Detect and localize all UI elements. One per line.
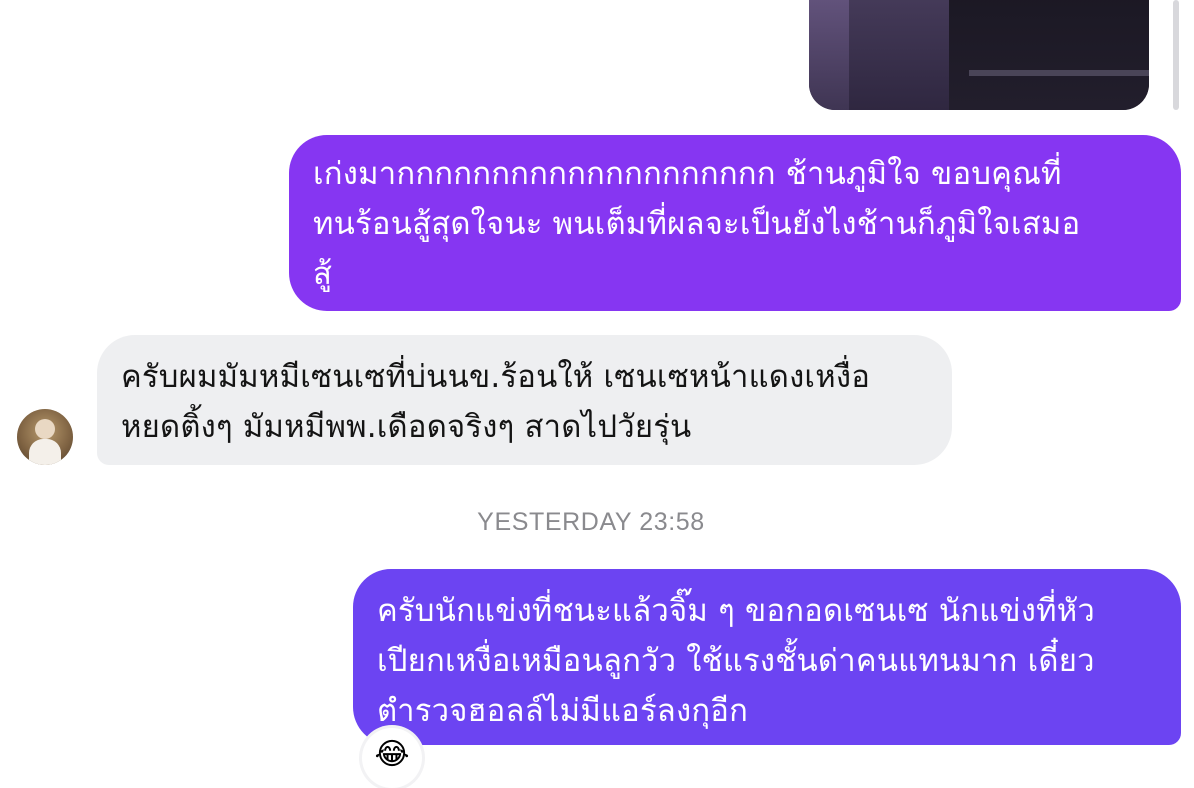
message-text-line: ตำรวจฮอลล์ไม่มีแอร์ลงกุอีก xyxy=(377,693,749,729)
sender-avatar[interactable] xyxy=(17,409,73,465)
outgoing-message-bubble[interactable]: ครับนักแข่งที่ชนะแล้วจิ๊ม ๆ ขอกอดเซนเซ น… xyxy=(353,569,1181,745)
scrollbar[interactable] xyxy=(1173,0,1179,110)
message-text-line: เก่งมากกกกกกกกกกกกกกกกกกกก ช้านภูมิใจ ขอ… xyxy=(313,156,1062,192)
message-timestamp: YESTERDAY 23:58 xyxy=(477,508,705,536)
media-region xyxy=(969,70,1149,76)
message-text-line: เปียกเหงื่อเหมือนลูกวัว ใช้แรงชั้นด่าคนแ… xyxy=(377,643,1095,679)
message-text-line: ทนร้อนสู้สุดใจนะ พนเต็มที่ผลจะเป็นยังไงช… xyxy=(313,206,1081,242)
avatar-face xyxy=(35,419,55,439)
media-region xyxy=(949,0,1149,110)
incoming-message-bubble[interactable]: ครับผมมัมหมีเซนเซที่บ่นนข.ร้อนให้ เซนเซห… xyxy=(97,335,952,465)
outgoing-message-bubble[interactable]: เก่งมากกกกกกกกกกกกกกกกกกกก ช้านภูมิใจ ขอ… xyxy=(289,135,1181,311)
avatar-body xyxy=(29,439,61,465)
message-text-line: สู้ xyxy=(313,256,333,292)
message-text-line: ครับนักแข่งที่ชนะแล้วจิ๊ม ๆ ขอกอดเซนเซ น… xyxy=(377,593,1095,629)
laughing-reaction-icon[interactable]: 😂 xyxy=(362,728,422,788)
message-text-line: หยดติ้งๆ มัมหมีพพ.เดือดจริงๆ สาดไปวัยรุ่… xyxy=(121,409,692,445)
media-region xyxy=(809,0,849,110)
shared-media-thumbnail[interactable] xyxy=(809,0,1149,110)
message-text-line: ครับผมมัมหมีเซนเซที่บ่นนข.ร้อนให้ เซนเซห… xyxy=(121,359,871,395)
media-region xyxy=(849,0,949,110)
